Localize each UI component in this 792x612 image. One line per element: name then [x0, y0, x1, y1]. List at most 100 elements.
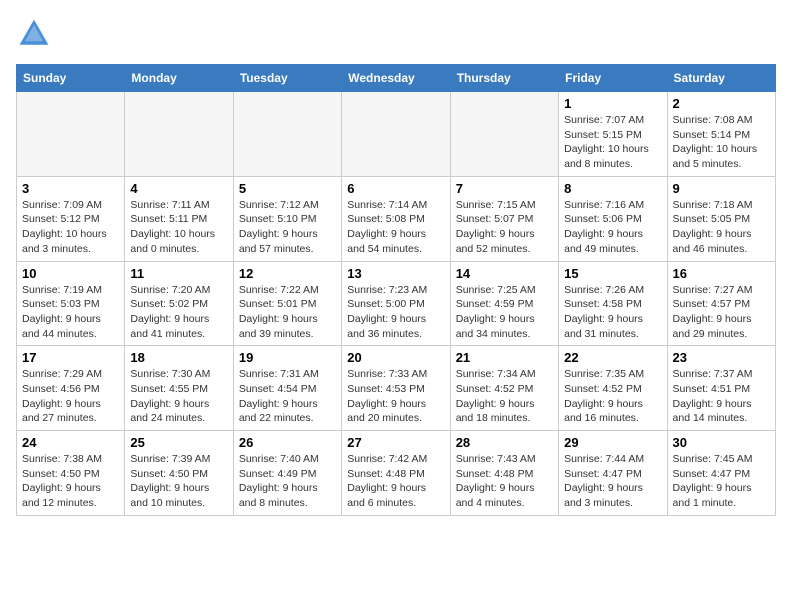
day-number: 10 [22, 266, 119, 281]
calendar-cell: 14 Sunrise: 7:25 AM Sunset: 4:59 PM Dayli… [450, 261, 558, 346]
weekday-header-tuesday: Tuesday [233, 65, 341, 92]
calendar-cell: 13 Sunrise: 7:23 AM Sunset: 5:00 PM Dayli… [342, 261, 450, 346]
calendar-cell [17, 92, 125, 177]
day-info: Sunrise: 7:30 AM Sunset: 4:55 PM Dayligh… [130, 367, 227, 426]
calendar-week-1: 1 Sunrise: 7:07 AM Sunset: 5:15 PM Daylig… [17, 92, 776, 177]
day-info: Sunrise: 7:09 AM Sunset: 5:12 PM Dayligh… [22, 198, 119, 257]
weekday-header-saturday: Saturday [667, 65, 775, 92]
day-number: 26 [239, 435, 336, 450]
day-info: Sunrise: 7:23 AM Sunset: 5:00 PM Dayligh… [347, 283, 444, 342]
day-number: 2 [673, 96, 770, 111]
day-number: 18 [130, 350, 227, 365]
day-info: Sunrise: 7:14 AM Sunset: 5:08 PM Dayligh… [347, 198, 444, 257]
calendar-cell: 29 Sunrise: 7:44 AM Sunset: 4:47 PM Dayli… [559, 431, 667, 516]
calendar-week-2: 3 Sunrise: 7:09 AM Sunset: 5:12 PM Daylig… [17, 176, 776, 261]
day-info: Sunrise: 7:34 AM Sunset: 4:52 PM Dayligh… [456, 367, 553, 426]
calendar-cell: 16Sunrise: 7:27 AM Sunset: 4:57 PM Dayli… [667, 261, 775, 346]
calendar-cell: 8Sunrise: 7:16 AM Sunset: 5:06 PM Daylig… [559, 176, 667, 261]
day-number: 11 [130, 266, 227, 281]
calendar-week-5: 24 Sunrise: 7:38 AM Sunset: 4:50 PM Dayli… [17, 431, 776, 516]
day-number: 3 [22, 181, 119, 196]
day-info: Sunrise: 7:25 AM Sunset: 4:59 PM Dayligh… [456, 283, 553, 342]
day-number: 22 [564, 350, 661, 365]
day-info: Sunrise: 7:20 AM Sunset: 5:02 PM Dayligh… [130, 283, 227, 342]
calendar-cell: 6 Sunrise: 7:14 AM Sunset: 5:08 PM Daylig… [342, 176, 450, 261]
calendar-cell: 2 Sunrise: 7:08 AM Sunset: 5:14 PM Daylig… [667, 92, 775, 177]
day-info: Sunrise: 7:38 AM Sunset: 4:50 PM Dayligh… [22, 452, 119, 511]
day-number: 28 [456, 435, 553, 450]
calendar-cell: 1 Sunrise: 7:07 AM Sunset: 5:15 PM Daylig… [559, 92, 667, 177]
day-number: 17 [22, 350, 119, 365]
calendar-cell: 19 Sunrise: 7:31 AM Sunset: 4:54 PM Dayli… [233, 346, 341, 431]
day-info: Sunrise: 7:43 AM Sunset: 4:48 PM Dayligh… [456, 452, 553, 511]
calendar-cell: 15Sunrise: 7:26 AM Sunset: 4:58 PM Dayli… [559, 261, 667, 346]
day-info: Sunrise: 7:45 AM Sunset: 4:47 PM Dayligh… [673, 452, 770, 511]
day-info: Sunrise: 7:11 AM Sunset: 5:11 PM Dayligh… [130, 198, 227, 257]
day-number: 16 [673, 266, 770, 281]
calendar-cell: 17 Sunrise: 7:29 AM Sunset: 4:56 PM Dayli… [17, 346, 125, 431]
day-info: Sunrise: 7:29 AM Sunset: 4:56 PM Dayligh… [22, 367, 119, 426]
calendar-cell: 21 Sunrise: 7:34 AM Sunset: 4:52 PM Dayli… [450, 346, 558, 431]
day-info: Sunrise: 7:39 AM Sunset: 4:50 PM Dayligh… [130, 452, 227, 511]
logo [16, 16, 56, 52]
weekday-header-friday: Friday [559, 65, 667, 92]
day-number: 9 [673, 181, 770, 196]
calendar-cell [233, 92, 341, 177]
calendar-cell: 4 Sunrise: 7:11 AM Sunset: 5:11 PM Daylig… [125, 176, 233, 261]
day-number: 1 [564, 96, 661, 111]
day-info: Sunrise: 7:19 AM Sunset: 5:03 PM Dayligh… [22, 283, 119, 342]
calendar-week-3: 10 Sunrise: 7:19 AM Sunset: 5:03 PM Dayli… [17, 261, 776, 346]
calendar-cell: 22 Sunrise: 7:35 AM Sunset: 4:52 PM Dayli… [559, 346, 667, 431]
weekday-header-thursday: Thursday [450, 65, 558, 92]
day-info: Sunrise: 7:42 AM Sunset: 4:48 PM Dayligh… [347, 452, 444, 511]
day-info: Sunrise: 7:33 AM Sunset: 4:53 PM Dayligh… [347, 367, 444, 426]
calendar-cell: 5 Sunrise: 7:12 AM Sunset: 5:10 PM Daylig… [233, 176, 341, 261]
calendar-cell: 18 Sunrise: 7:30 AM Sunset: 4:55 PM Dayli… [125, 346, 233, 431]
day-info: Sunrise: 7:18 AM Sunset: 5:05 PM Dayligh… [673, 198, 770, 257]
day-info: Sunrise: 7:16 AM Sunset: 5:06 PM Dayligh… [564, 198, 661, 257]
calendar-cell: 26 Sunrise: 7:40 AM Sunset: 4:49 PM Dayli… [233, 431, 341, 516]
day-number: 5 [239, 181, 336, 196]
calendar-cell: 27Sunrise: 7:42 AM Sunset: 4:48 PM Dayli… [342, 431, 450, 516]
day-number: 29 [564, 435, 661, 450]
weekday-header-row: SundayMondayTuesdayWednesdayThursdayFrid… [17, 65, 776, 92]
calendar-cell: 23 Sunrise: 7:37 AM Sunset: 4:51 PM Dayli… [667, 346, 775, 431]
day-info: Sunrise: 7:26 AM Sunset: 4:58 PM Dayligh… [564, 283, 661, 342]
calendar-cell: 28 Sunrise: 7:43 AM Sunset: 4:48 PM Dayli… [450, 431, 558, 516]
day-info: Sunrise: 7:40 AM Sunset: 4:49 PM Dayligh… [239, 452, 336, 511]
day-info: Sunrise: 7:08 AM Sunset: 5:14 PM Dayligh… [673, 113, 770, 172]
page-header [16, 16, 776, 52]
weekday-header-sunday: Sunday [17, 65, 125, 92]
day-number: 13 [347, 266, 444, 281]
calendar-week-4: 17 Sunrise: 7:29 AM Sunset: 4:56 PM Dayli… [17, 346, 776, 431]
calendar-cell [450, 92, 558, 177]
day-number: 24 [22, 435, 119, 450]
day-info: Sunrise: 7:44 AM Sunset: 4:47 PM Dayligh… [564, 452, 661, 511]
calendar-cell: 7Sunrise: 7:15 AM Sunset: 5:07 PM Daylig… [450, 176, 558, 261]
calendar-cell [125, 92, 233, 177]
day-info: Sunrise: 7:07 AM Sunset: 5:15 PM Dayligh… [564, 113, 661, 172]
day-number: 25 [130, 435, 227, 450]
day-number: 21 [456, 350, 553, 365]
day-number: 20 [347, 350, 444, 365]
weekday-header-monday: Monday [125, 65, 233, 92]
day-number: 19 [239, 350, 336, 365]
day-info: Sunrise: 7:37 AM Sunset: 4:51 PM Dayligh… [673, 367, 770, 426]
day-number: 23 [673, 350, 770, 365]
day-info: Sunrise: 7:31 AM Sunset: 4:54 PM Dayligh… [239, 367, 336, 426]
calendar-cell: 20 Sunrise: 7:33 AM Sunset: 4:53 PM Dayli… [342, 346, 450, 431]
calendar-cell: 11 Sunrise: 7:20 AM Sunset: 5:02 PM Dayli… [125, 261, 233, 346]
calendar-cell: 10 Sunrise: 7:19 AM Sunset: 5:03 PM Dayli… [17, 261, 125, 346]
day-info: Sunrise: 7:35 AM Sunset: 4:52 PM Dayligh… [564, 367, 661, 426]
day-info: Sunrise: 7:22 AM Sunset: 5:01 PM Dayligh… [239, 283, 336, 342]
day-number: 4 [130, 181, 227, 196]
day-info: Sunrise: 7:12 AM Sunset: 5:10 PM Dayligh… [239, 198, 336, 257]
calendar-cell: 25 Sunrise: 7:39 AM Sunset: 4:50 PM Dayli… [125, 431, 233, 516]
day-number: 6 [347, 181, 444, 196]
day-number: 14 [456, 266, 553, 281]
day-number: 7 [456, 181, 553, 196]
day-number: 30 [673, 435, 770, 450]
logo-icon [16, 16, 52, 52]
calendar-cell [342, 92, 450, 177]
calendar-cell: 12Sunrise: 7:22 AM Sunset: 5:01 PM Dayli… [233, 261, 341, 346]
